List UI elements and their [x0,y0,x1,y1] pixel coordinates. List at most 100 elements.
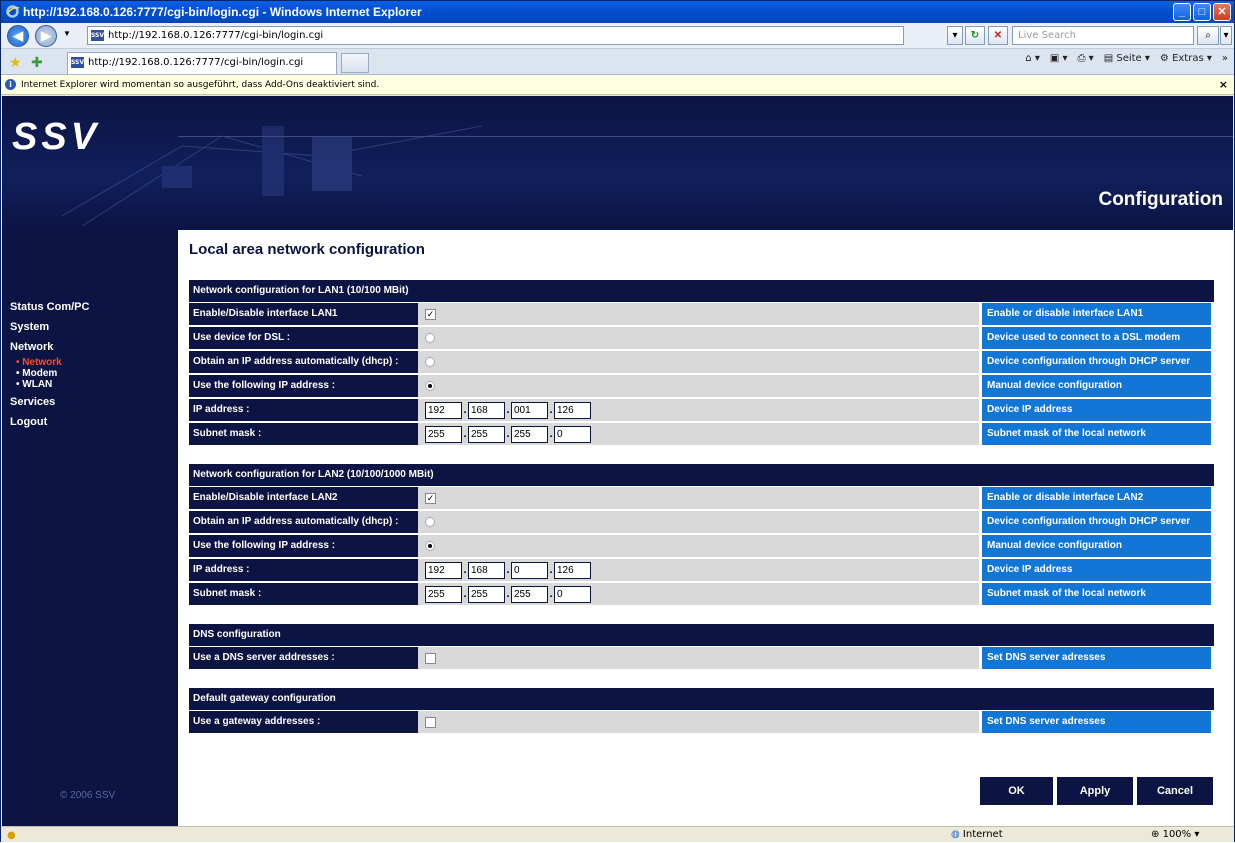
lan2-header: Network configuration for LAN2 (10/100/1… [189,464,1214,486]
lan1-ip-desc: Device IP address [982,399,1211,421]
lan2-section: Network configuration for LAN2 (10/100/1… [189,464,1214,605]
web-page: SSV Configuration Status Com/PC System N… [2,96,1233,826]
lan1-dhcp-radio[interactable] [425,357,435,367]
tab-favicon-icon: SSV [71,57,85,68]
nav-status[interactable]: Status Com/PC [10,301,170,313]
zone-label: Internet [962,829,1003,840]
lan2-mask-desc: Subnet mask of the local network [982,583,1211,605]
lan1-mask-octet-4[interactable]: 0 [554,425,591,443]
lan1-dhcp-row: Obtain an IP address automatically (dhcp… [189,351,1214,373]
add-favorite-icon[interactable]: ✚ [31,54,43,71]
page-menu[interactable]: ▤ Seite ▾ [1104,53,1150,64]
address-bar-row: ◀ ▶ ▼ SSV http://192.168.0.126:7777/cgi-… [1,23,1234,49]
dns-checkbox[interactable] [425,652,436,664]
lan2-mask-octet-1[interactable]: 255 [425,585,462,603]
gateway-header: Default gateway configuration [189,688,1214,710]
lan1-ip-octet-1[interactable]: 192 [425,401,462,419]
refresh-button[interactable]: ↻ [965,26,985,45]
header-title: Configuration [1098,189,1223,210]
lan2-static-desc: Manual device configuration [982,535,1211,557]
nav-sub-wlan[interactable]: • WLAN [16,379,170,390]
address-input[interactable]: SSV http://192.168.0.126:7777/cgi-bin/lo… [87,26,904,45]
zone-indicator[interactable]: ◍ Internet [951,827,1003,842]
nav-network[interactable]: Network [10,341,170,353]
favorites-star-icon[interactable]: ★ [9,54,22,71]
nav-logout[interactable]: Logout [10,416,170,428]
lan2-static-radio[interactable] [425,541,435,551]
back-button[interactable]: ◀ [7,25,29,47]
lan2-dhcp-row: Obtain an IP address automatically (dhcp… [189,511,1214,533]
ok-button[interactable]: OK [980,777,1053,805]
lan2-static-label: Use the following IP address : [189,535,418,557]
lan1-dsl-desc: Device used to connect to a DSL modem [982,327,1211,349]
lan1-ip-octet-2[interactable]: 168 [468,401,505,419]
lan1-mask-octet-3[interactable]: 255 [511,425,548,443]
search-options-button[interactable]: ▾ [1220,26,1232,45]
page-header: SSV Configuration [2,96,1233,230]
copyright: © 2006 SSV [60,790,116,801]
lan2-mask-octet-4[interactable]: 0 [554,585,591,603]
tab-active[interactable]: SSV http://192.168.0.126:7777/cgi-bin/lo… [67,52,337,74]
new-tab-button[interactable] [341,53,369,73]
gateway-section: Default gateway configuration Use a gate… [189,688,1214,733]
maximize-button[interactable]: □ [1193,3,1211,21]
title-bar: http://192.168.0.126:7777/cgi-bin/login.… [1,1,1234,23]
lan2-ip-octet-4[interactable]: 126 [554,561,591,579]
dns-section: DNS configuration Use a DNS server addre… [189,624,1214,669]
lan1-enable-checkbox[interactable]: ✓ [425,308,436,320]
address-dropdown-button[interactable]: ▾ [947,26,963,45]
lan1-dsl-label: Use device for DSL : [189,327,418,349]
lan1-mask-octet-2[interactable]: 255 [468,425,505,443]
nav-services[interactable]: Services [10,396,170,408]
lan2-enable-checkbox[interactable]: ✓ [425,492,436,504]
stop-button[interactable]: ✕ [988,26,1008,45]
zoom-control[interactable]: ⊕ 100% ▾ [1151,827,1199,842]
info-bar[interactable]: i Internet Explorer wird momentan so aus… [1,75,1234,95]
nav-system[interactable]: System [10,321,170,333]
lan1-static-row: Use the following IP address : Manual de… [189,375,1214,397]
close-infobar-icon[interactable]: × [1219,75,1228,95]
lan1-dsl-radio[interactable] [425,333,435,343]
history-dropdown-icon[interactable]: ▼ [63,29,71,38]
lan1-ip-row: IP address : 192. 168. 001. 126 Device I… [189,399,1214,421]
status-bar: ● ◍ Internet ⊕ 100% ▾ [1,826,1234,842]
lan1-dhcp-label: Obtain an IP address automatically (dhcp… [189,351,418,373]
lan2-dhcp-label: Obtain an IP address automatically (dhcp… [189,511,418,533]
chevron-more-icon[interactable]: » [1222,53,1228,64]
minimize-button[interactable]: _ [1173,3,1191,21]
form-buttons: OK Apply Cancel [980,777,1213,805]
lan2-mask-row: Subnet mask : 255. 255. 255. 0 Subnet ma… [189,583,1214,605]
lan1-mask-octet-1[interactable]: 255 [425,425,462,443]
close-window-button[interactable]: ✕ [1213,3,1231,21]
lan2-mask-octet-2[interactable]: 255 [468,585,505,603]
feeds-icon[interactable]: ▣ ▾ [1050,53,1068,64]
ie-logo-icon [5,4,20,19]
lan2-dhcp-radio[interactable] [425,517,435,527]
search-icon[interactable]: ⌕ [1197,26,1219,45]
dns-row: Use a DNS server addresses : Set DNS ser… [189,647,1214,669]
extras-menu-label: Extras [1172,53,1204,64]
page-status-icon: ● [7,830,16,841]
home-icon[interactable]: ⌂ ▾ [1025,53,1040,64]
gateway-checkbox[interactable] [425,716,436,728]
print-icon[interactable]: ⎙ ▾ [1078,53,1094,64]
zoom-icon: ⊕ [1151,829,1160,840]
lan1-ip-octet-3[interactable]: 001 [511,401,548,419]
lan2-ip-octet-2[interactable]: 168 [468,561,505,579]
lan2-mask-octet-3[interactable]: 255 [511,585,548,603]
extras-menu[interactable]: ⚙ Extras ▾ [1160,53,1212,64]
address-text: http://192.168.0.126:7777/cgi-bin/login.… [108,30,324,41]
apply-button[interactable]: Apply [1057,777,1133,805]
forward-button[interactable]: ▶ [35,25,57,47]
nav-sub-network[interactable]: • Network [16,357,170,368]
lan1-ip-octet-4[interactable]: 126 [554,401,591,419]
lan2-ip-octet-1[interactable]: 192 [425,561,462,579]
lan1-section: Network configuration for LAN1 (10/100 M… [189,280,1214,445]
cancel-button[interactable]: Cancel [1137,777,1213,805]
search-input[interactable]: Live Search [1012,26,1194,45]
nav-sub-modem[interactable]: • Modem [16,368,170,379]
lan1-static-radio[interactable] [425,381,435,391]
lan1-header: Network configuration for LAN1 (10/100 M… [189,280,1214,302]
lan2-ip-octet-3[interactable]: 0 [511,561,548,579]
lan1-static-label: Use the following IP address : [189,375,418,397]
